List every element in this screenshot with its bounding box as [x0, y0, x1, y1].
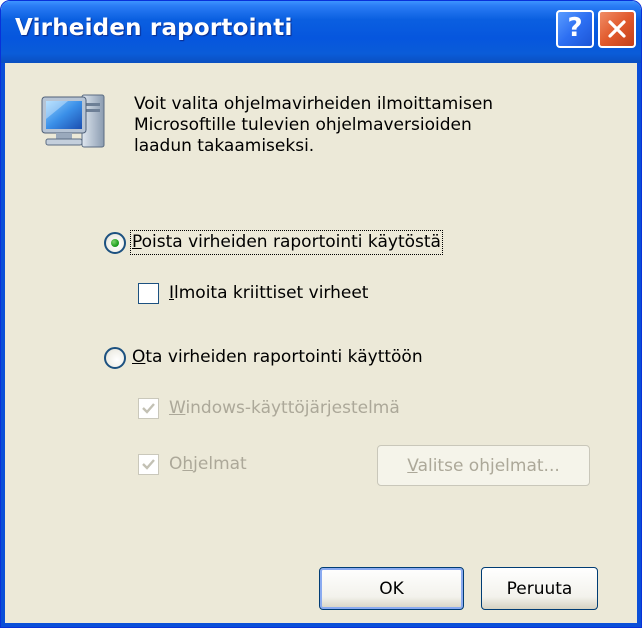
radio-selected-dot: [111, 239, 119, 247]
error-reporting-dialog: Virheiden raportointi ? Voit valita ohje…: [0, 0, 642, 628]
checkmark-icon: [142, 403, 155, 414]
enable-reporting-radio[interactable]: [104, 347, 126, 369]
description-text: Voit valita ohjelmavirheiden ilmoittamis…: [134, 94, 554, 157]
help-button[interactable]: ?: [556, 10, 594, 48]
window-title: Virheiden raportointi: [15, 15, 293, 41]
description-line: laadun takaamiseksi.: [134, 136, 315, 156]
cancel-button[interactable]: Peruuta: [481, 567, 598, 610]
help-icon: ?: [567, 13, 583, 43]
windows-os-label[interactable]: Windows-käyttöjärjestelmä: [169, 398, 400, 419]
description-line: Voit valita ohjelmavirheiden ilmoittamis…: [134, 94, 494, 114]
choose-programs-button[interactable]: Valitse ohjelmat...: [377, 445, 590, 486]
critical-errors-checkbox[interactable]: [138, 283, 159, 304]
ok-button[interactable]: OK: [319, 567, 464, 610]
close-icon: [608, 20, 626, 38]
window-frame-right: [637, 63, 641, 627]
checkmark-icon: [142, 459, 155, 470]
windows-os-checkbox[interactable]: [138, 398, 159, 419]
window-frame-bottom: [1, 623, 641, 627]
programs-label[interactable]: Ohjelmat: [169, 454, 247, 475]
window-frame-left: [1, 63, 5, 627]
disable-reporting-label[interactable]: Poista virheiden raportointi käytöstä: [130, 230, 443, 255]
disable-reporting-radio[interactable]: [104, 232, 126, 254]
computer-icon: [41, 94, 105, 148]
close-button[interactable]: [598, 10, 636, 48]
critical-errors-label[interactable]: Ilmoita kriittiset virheet: [169, 283, 368, 304]
programs-checkbox[interactable]: [138, 454, 159, 475]
enable-reporting-label[interactable]: Ota virheiden raportointi käyttöön: [132, 347, 423, 368]
title-bar[interactable]: Virheiden raportointi ?: [1, 1, 641, 63]
description-line: Microsoftille tulevien ohjelmaversioiden: [134, 115, 472, 135]
